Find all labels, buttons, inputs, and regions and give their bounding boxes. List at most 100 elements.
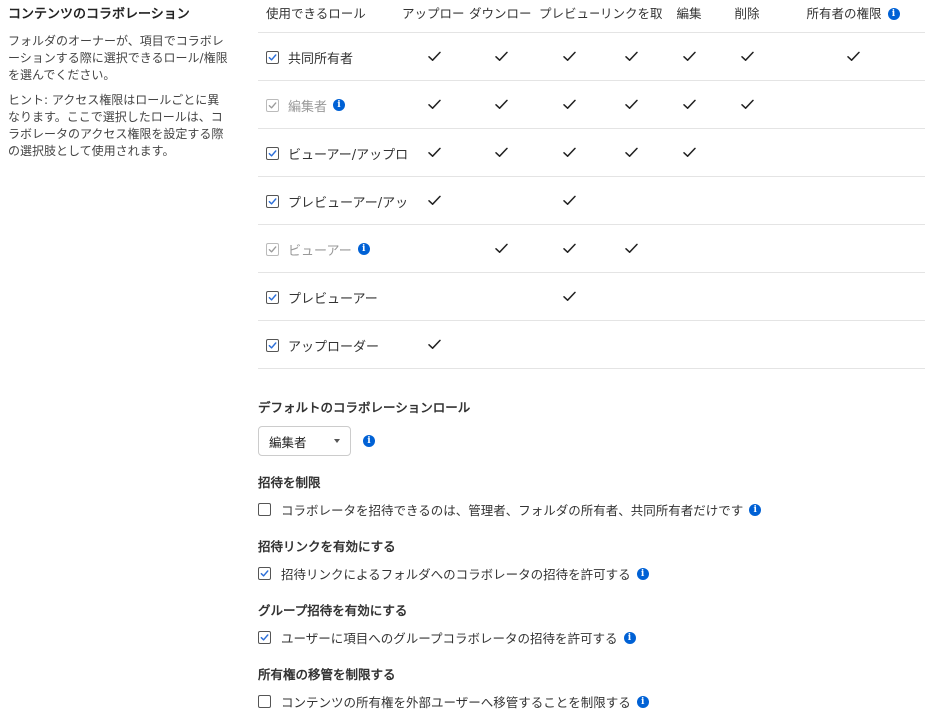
invite-link-section: 招待リンクを有効にする 招待リンクによるフォルダへのコラボレータの招待を許可する… xyxy=(258,539,925,583)
group-invite-title: グループ招待を有効にする xyxy=(258,603,408,618)
role-label: 共同所有者 xyxy=(288,51,354,67)
role-label: ビューアー/アップロ xyxy=(288,147,409,163)
checkmark-icon xyxy=(844,48,862,64)
invite-link-checkbox[interactable] xyxy=(258,567,271,580)
header-preview: プレビュー xyxy=(539,6,599,21)
info-icon[interactable]: i xyxy=(636,695,649,708)
restrict-invite-title: 招待を制限 xyxy=(258,475,321,490)
checkmark-icon xyxy=(680,96,698,112)
group-invite-label: ユーザーに項目へのグループコラボレータの招待を許可する xyxy=(281,631,618,646)
group-invite-section: グループ招待を有効にする ユーザーに項目へのグループコラボレータの招待を許可する… xyxy=(258,603,925,647)
checkmark-icon xyxy=(622,240,640,256)
header-edit: 編集 xyxy=(676,6,702,21)
restrict-invite-checkbox[interactable] xyxy=(258,503,271,516)
checkmark-icon xyxy=(492,96,510,112)
role-cell: 共同所有者 xyxy=(266,48,418,66)
table-header: 使用できるロール アップロード ダウンロード プレビュー リンクを取得 編集 削… xyxy=(258,0,925,33)
info-icon[interactable]: i xyxy=(636,567,649,580)
role-checkbox[interactable] xyxy=(266,338,279,352)
checkmark-icon xyxy=(738,96,756,112)
checkmark-icon xyxy=(680,144,698,160)
role-cell: アップローダー xyxy=(266,336,418,354)
role-label: 編集者 xyxy=(288,99,328,115)
checkmark-icon xyxy=(492,240,510,256)
table-row: 共同所有者 xyxy=(258,33,925,81)
role-checkbox[interactable] xyxy=(266,194,279,208)
invite-link-label: 招待リンクによるフォルダへのコラボレータの招待を許可する xyxy=(281,567,631,582)
role-cell: プレビューアー/アッ xyxy=(266,192,418,210)
ownership-transfer-label: コンテンツの所有権を外部ユーザーへ移管することを制限する xyxy=(281,695,631,710)
role-label: ビューアー xyxy=(288,243,352,259)
checkmark-icon xyxy=(622,144,640,160)
checkmark-icon xyxy=(738,48,756,64)
role-cell: ビューアー i xyxy=(266,240,418,258)
checkmark-icon xyxy=(622,48,640,64)
group-invite-row: ユーザーに項目へのグループコラボレータの招待を許可する i xyxy=(258,628,925,647)
checkmark-icon xyxy=(425,48,443,64)
info-icon[interactable]: i xyxy=(623,631,636,644)
table-row: プレビューアー xyxy=(258,273,925,321)
role-label: アップローダー xyxy=(288,339,380,355)
checkmark-icon xyxy=(492,144,510,160)
ownership-transfer-checkbox[interactable] xyxy=(258,695,271,708)
section-description-text: フォルダのオーナーが、項目でコラボレーションする際に選択できるロール/権限を選ん… xyxy=(8,34,228,82)
ownership-transfer-row: コンテンツの所有権を外部ユーザーへ移管することを制限する i xyxy=(258,692,925,711)
restrict-invite-section: 招待を制限 コラボレータを招待できるのは、管理者、フォルダの所有者、共同所有者だ… xyxy=(258,475,925,519)
chevron-down-icon xyxy=(334,439,340,443)
ownership-transfer-title: 所有権の移管を制限する xyxy=(258,667,396,682)
role-label: プレビューアー/アッ xyxy=(288,195,409,211)
invite-link-row: 招待リンクによるフォルダへのコラボレータの招待を許可する i xyxy=(258,564,925,583)
settings-panel: デフォルトのコラボレーションロール 編集者 i 招待を制限 コラボレータを招待で… xyxy=(258,400,925,711)
info-icon[interactable]: i xyxy=(887,8,900,20)
section-title: コンテンツのコラボレーション xyxy=(8,7,190,22)
role-checkbox[interactable] xyxy=(266,290,279,304)
checkmark-icon xyxy=(425,336,443,352)
info-icon[interactable]: i xyxy=(357,243,370,255)
role-cell: プレビューアー xyxy=(266,288,418,306)
default-role-title: デフォルトのコラボレーションロール xyxy=(258,400,471,415)
table-row: アップローダー xyxy=(258,321,925,369)
invite-link-title: 招待リンクを有効にする xyxy=(258,539,396,554)
header-delete: 削除 xyxy=(734,6,760,21)
header-owner-permission: 所有者の権限 i xyxy=(788,6,918,22)
checkmark-icon xyxy=(622,96,640,112)
role-checkbox[interactable] xyxy=(266,50,279,64)
role-cell: ビューアー/アップロ xyxy=(266,144,418,162)
checkmark-icon xyxy=(492,48,510,64)
checkmark-icon xyxy=(560,48,578,64)
checkmark-icon xyxy=(560,144,578,160)
role-checkbox xyxy=(266,242,279,256)
checkmark-icon xyxy=(560,240,578,256)
info-icon[interactable]: i xyxy=(333,99,346,111)
checkmark-icon xyxy=(560,288,578,304)
info-icon[interactable]: i xyxy=(749,503,762,516)
default-role-value: 編集者 xyxy=(269,434,307,450)
role-checkbox[interactable] xyxy=(266,146,279,160)
info-icon[interactable]: i xyxy=(363,435,375,447)
table-row: ビューアー i xyxy=(258,225,925,273)
table-body: 共同所有者編集者 i ビューアー/アップロ プレビューアー/アッ ビューアー i プレビュー… xyxy=(258,33,925,369)
header-download: ダウンロード xyxy=(469,6,533,21)
group-invite-checkbox[interactable] xyxy=(258,631,271,644)
restrict-invite-row: コラボレータを招待できるのは、管理者、フォルダの所有者、共同所有者だけです i xyxy=(258,500,925,519)
table-row: プレビューアー/アッ xyxy=(258,177,925,225)
default-role-section: デフォルトのコラボレーションロール 編集者 i xyxy=(258,400,925,456)
default-role-row: 編集者 i xyxy=(258,426,925,456)
checkmark-icon xyxy=(425,96,443,112)
default-role-dropdown[interactable]: 編集者 xyxy=(258,426,351,456)
header-owner-permission-label: 所有者の権限 xyxy=(806,6,882,21)
header-role: 使用できるロール xyxy=(266,6,366,21)
role-label: プレビューアー xyxy=(288,291,378,307)
checkmark-icon xyxy=(560,96,578,112)
restrict-invite-label: コラボレータを招待できるのは、管理者、フォルダの所有者、共同所有者だけです xyxy=(281,503,744,518)
section-hint-text: ヒント: アクセス権限はロールごとに異なります。ここで選択したロールは、コラボレ… xyxy=(8,93,224,158)
table-row: 編集者 i xyxy=(258,81,925,129)
role-checkbox xyxy=(266,98,279,112)
checkmark-icon xyxy=(680,48,698,64)
header-get-link: リンクを取得 xyxy=(600,6,662,21)
roles-table: 使用できるロール アップロード ダウンロード プレビュー リンクを取得 編集 削… xyxy=(258,0,925,369)
role-cell: 編集者 i xyxy=(266,96,418,114)
checkmark-icon xyxy=(425,144,443,160)
checkmark-icon xyxy=(560,192,578,208)
checkmark-icon xyxy=(425,192,443,208)
